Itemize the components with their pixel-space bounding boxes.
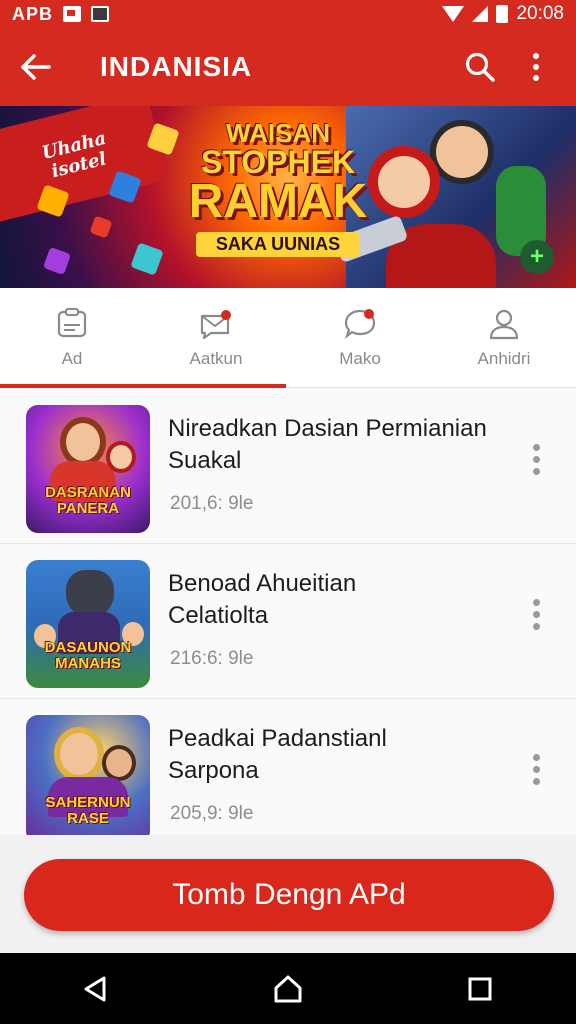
message-icon (200, 310, 231, 340)
bottom-action-area: Tomb Dengn APd (0, 835, 576, 953)
tab-bar: Ad Aatkun Mako Anhidri (0, 288, 576, 388)
item-more-button[interactable] (526, 749, 546, 789)
game-thumbnail: DASRANAN PANERA (26, 405, 150, 533)
page-title: INDANISIA (100, 51, 253, 82)
more-vertical-icon (532, 598, 540, 606)
banner-subtitle: SAKA UUNIAS (196, 232, 360, 257)
item-meta: 205,9: 9le (170, 803, 254, 824)
back-button[interactable] (0, 28, 72, 106)
tab-label: Ad (61, 349, 83, 368)
tab-label: Mako (339, 349, 381, 368)
arrow-left-icon (21, 54, 51, 80)
more-vertical-icon (532, 443, 540, 451)
list-item[interactable]: DASRANAN PANERA Nireadkan Dasian Permian… (0, 389, 576, 544)
id-card-icon (57, 308, 87, 338)
game-list: DASRANAN PANERA Nireadkan Dasian Permian… (0, 389, 576, 835)
carrier-label: APB (12, 3, 54, 24)
more-vertical-icon (533, 53, 539, 81)
thumbnail-label: SAHERNUN RASE (45, 794, 131, 827)
thumbnail-label: DASRANAN PANERA (45, 484, 131, 517)
banner-ribbon: Uhaha isotel (0, 106, 169, 226)
tab-label: Anhidri (477, 349, 531, 368)
tab-label: Aatkun (189, 349, 243, 368)
tab-anhidri[interactable]: Anhidri (432, 288, 576, 388)
app-notification-icon (91, 6, 110, 22)
game-thumbnail: DASAUNON MANAHS (26, 560, 150, 688)
app-bar: INDANISIA (0, 28, 576, 106)
signal-icon (472, 6, 489, 22)
search-icon (465, 52, 495, 82)
tab-mako[interactable]: Mako (288, 288, 432, 388)
cube-decoration (89, 215, 113, 239)
tab-indicator (0, 384, 286, 388)
home-icon (274, 975, 302, 1002)
status-bar: APB 20:08 (0, 0, 576, 28)
item-title: Peadkai Padanstianl Sarpona (168, 725, 387, 784)
add-button[interactable]: + (520, 240, 554, 274)
item-title: Benoad Ahueitian Celatiolta (168, 570, 357, 629)
search-button[interactable] (458, 45, 502, 89)
chat-bubble-icon (344, 309, 376, 340)
promo-banner[interactable]: Uhaha isotel WAISAN STOPHEK RAMAK SAKA U… (0, 106, 576, 288)
list-item[interactable]: SAHERNUN RASE Peadkai Padanstianl Sarpon… (0, 699, 576, 835)
wifi-icon (442, 6, 465, 22)
game-thumbnail: SAHERNUN RASE (26, 715, 150, 835)
cube-decoration (42, 246, 72, 276)
primary-action-button[interactable]: Tomb Dengn APd (24, 859, 554, 931)
image-notification-icon (63, 6, 82, 22)
item-title: Nireadkan Dasian Permianian Suakal (168, 415, 487, 474)
overflow-menu-button[interactable] (514, 45, 558, 89)
item-meta: 216:6: 9le (170, 648, 254, 669)
triangle-back-icon (84, 976, 106, 1001)
tab-aatkun[interactable]: Aatkun (144, 288, 288, 388)
nav-recents-button[interactable] (450, 959, 510, 1019)
item-meta: 201,6: 9le (170, 493, 254, 514)
system-navigation-bar (0, 953, 576, 1024)
person-icon (489, 309, 519, 340)
nav-back-button[interactable] (66, 959, 126, 1019)
clock: 20:08 (516, 3, 564, 24)
nav-home-button[interactable] (258, 959, 318, 1019)
battery-icon (496, 5, 509, 23)
recents-square-icon (468, 977, 492, 1000)
banner-ribbon-text: Uhaha isotel (39, 127, 109, 183)
banner-title: WAISAN STOPHEK RAMAK (188, 118, 368, 228)
thumbnail-label: DASAUNON MANAHS (44, 639, 132, 672)
more-vertical-icon (532, 753, 540, 761)
item-more-button[interactable] (526, 594, 546, 634)
tab-ad[interactable]: Ad (0, 288, 144, 388)
cube-decoration (130, 242, 164, 276)
item-more-button[interactable] (526, 439, 546, 479)
list-item[interactable]: DASAUNON MANAHS Benoad Ahueitian Celatio… (0, 544, 576, 699)
